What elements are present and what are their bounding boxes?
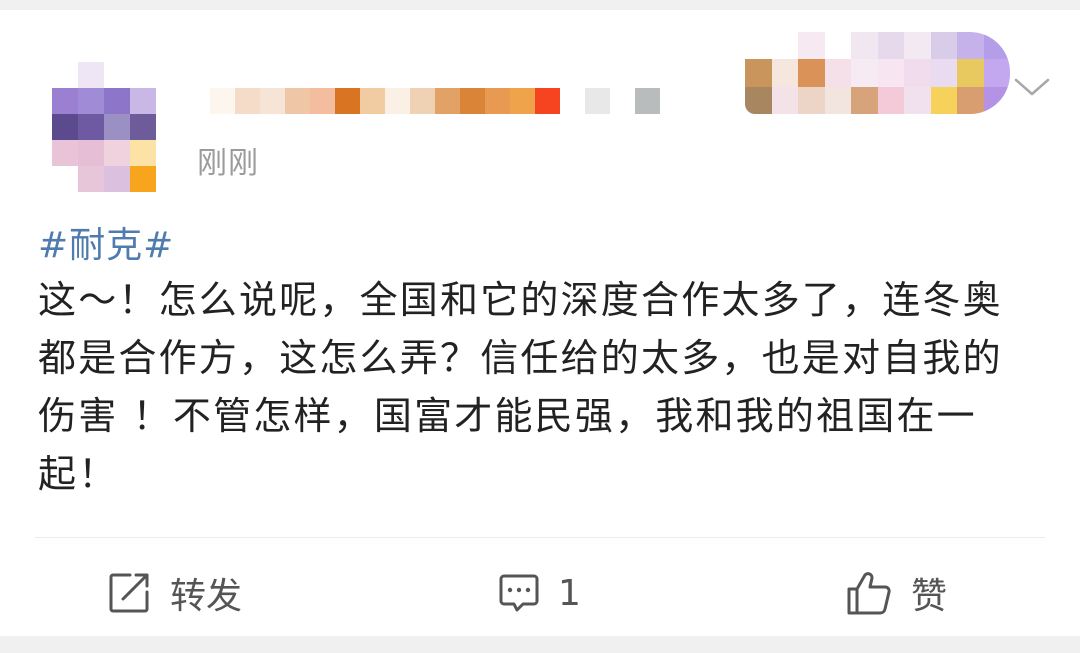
badge-redacted [745, 32, 1010, 114]
repost-icon [106, 570, 152, 616]
topic-hashtag-link[interactable]: #耐克# [38, 216, 174, 268]
action-bar: 转发 1 赞 [0, 558, 1080, 628]
post-timestamp: 刚刚 [197, 146, 259, 181]
like-label: 赞 [911, 576, 948, 617]
comment-button[interactable]: 1 [496, 558, 581, 628]
like-button[interactable]: 赞 [845, 558, 947, 628]
divider [35, 537, 1045, 538]
repost-button[interactable]: 转发 [106, 558, 242, 628]
feed-separator [0, 636, 1080, 653]
comment-icon [496, 570, 542, 616]
chevron-down-icon[interactable] [1012, 72, 1052, 102]
thumbs-up-icon [845, 569, 893, 617]
post-content: 这～！怎么说呢，全国和它的深度合作太多了，连冬奥都是合作方，这怎么弄？信任给的太… [38, 278, 1003, 496]
repost-label: 转发 [170, 576, 243, 617]
avatar[interactable] [52, 62, 156, 192]
weibo-post-card: 刚刚 #耐克# 这～！怎么说呢，全国和它的深度合作太多了，连冬奥都是合作方，这怎… [0, 10, 1080, 636]
comment-count: 1 [558, 572, 581, 614]
username-redacted[interactable] [210, 88, 660, 114]
